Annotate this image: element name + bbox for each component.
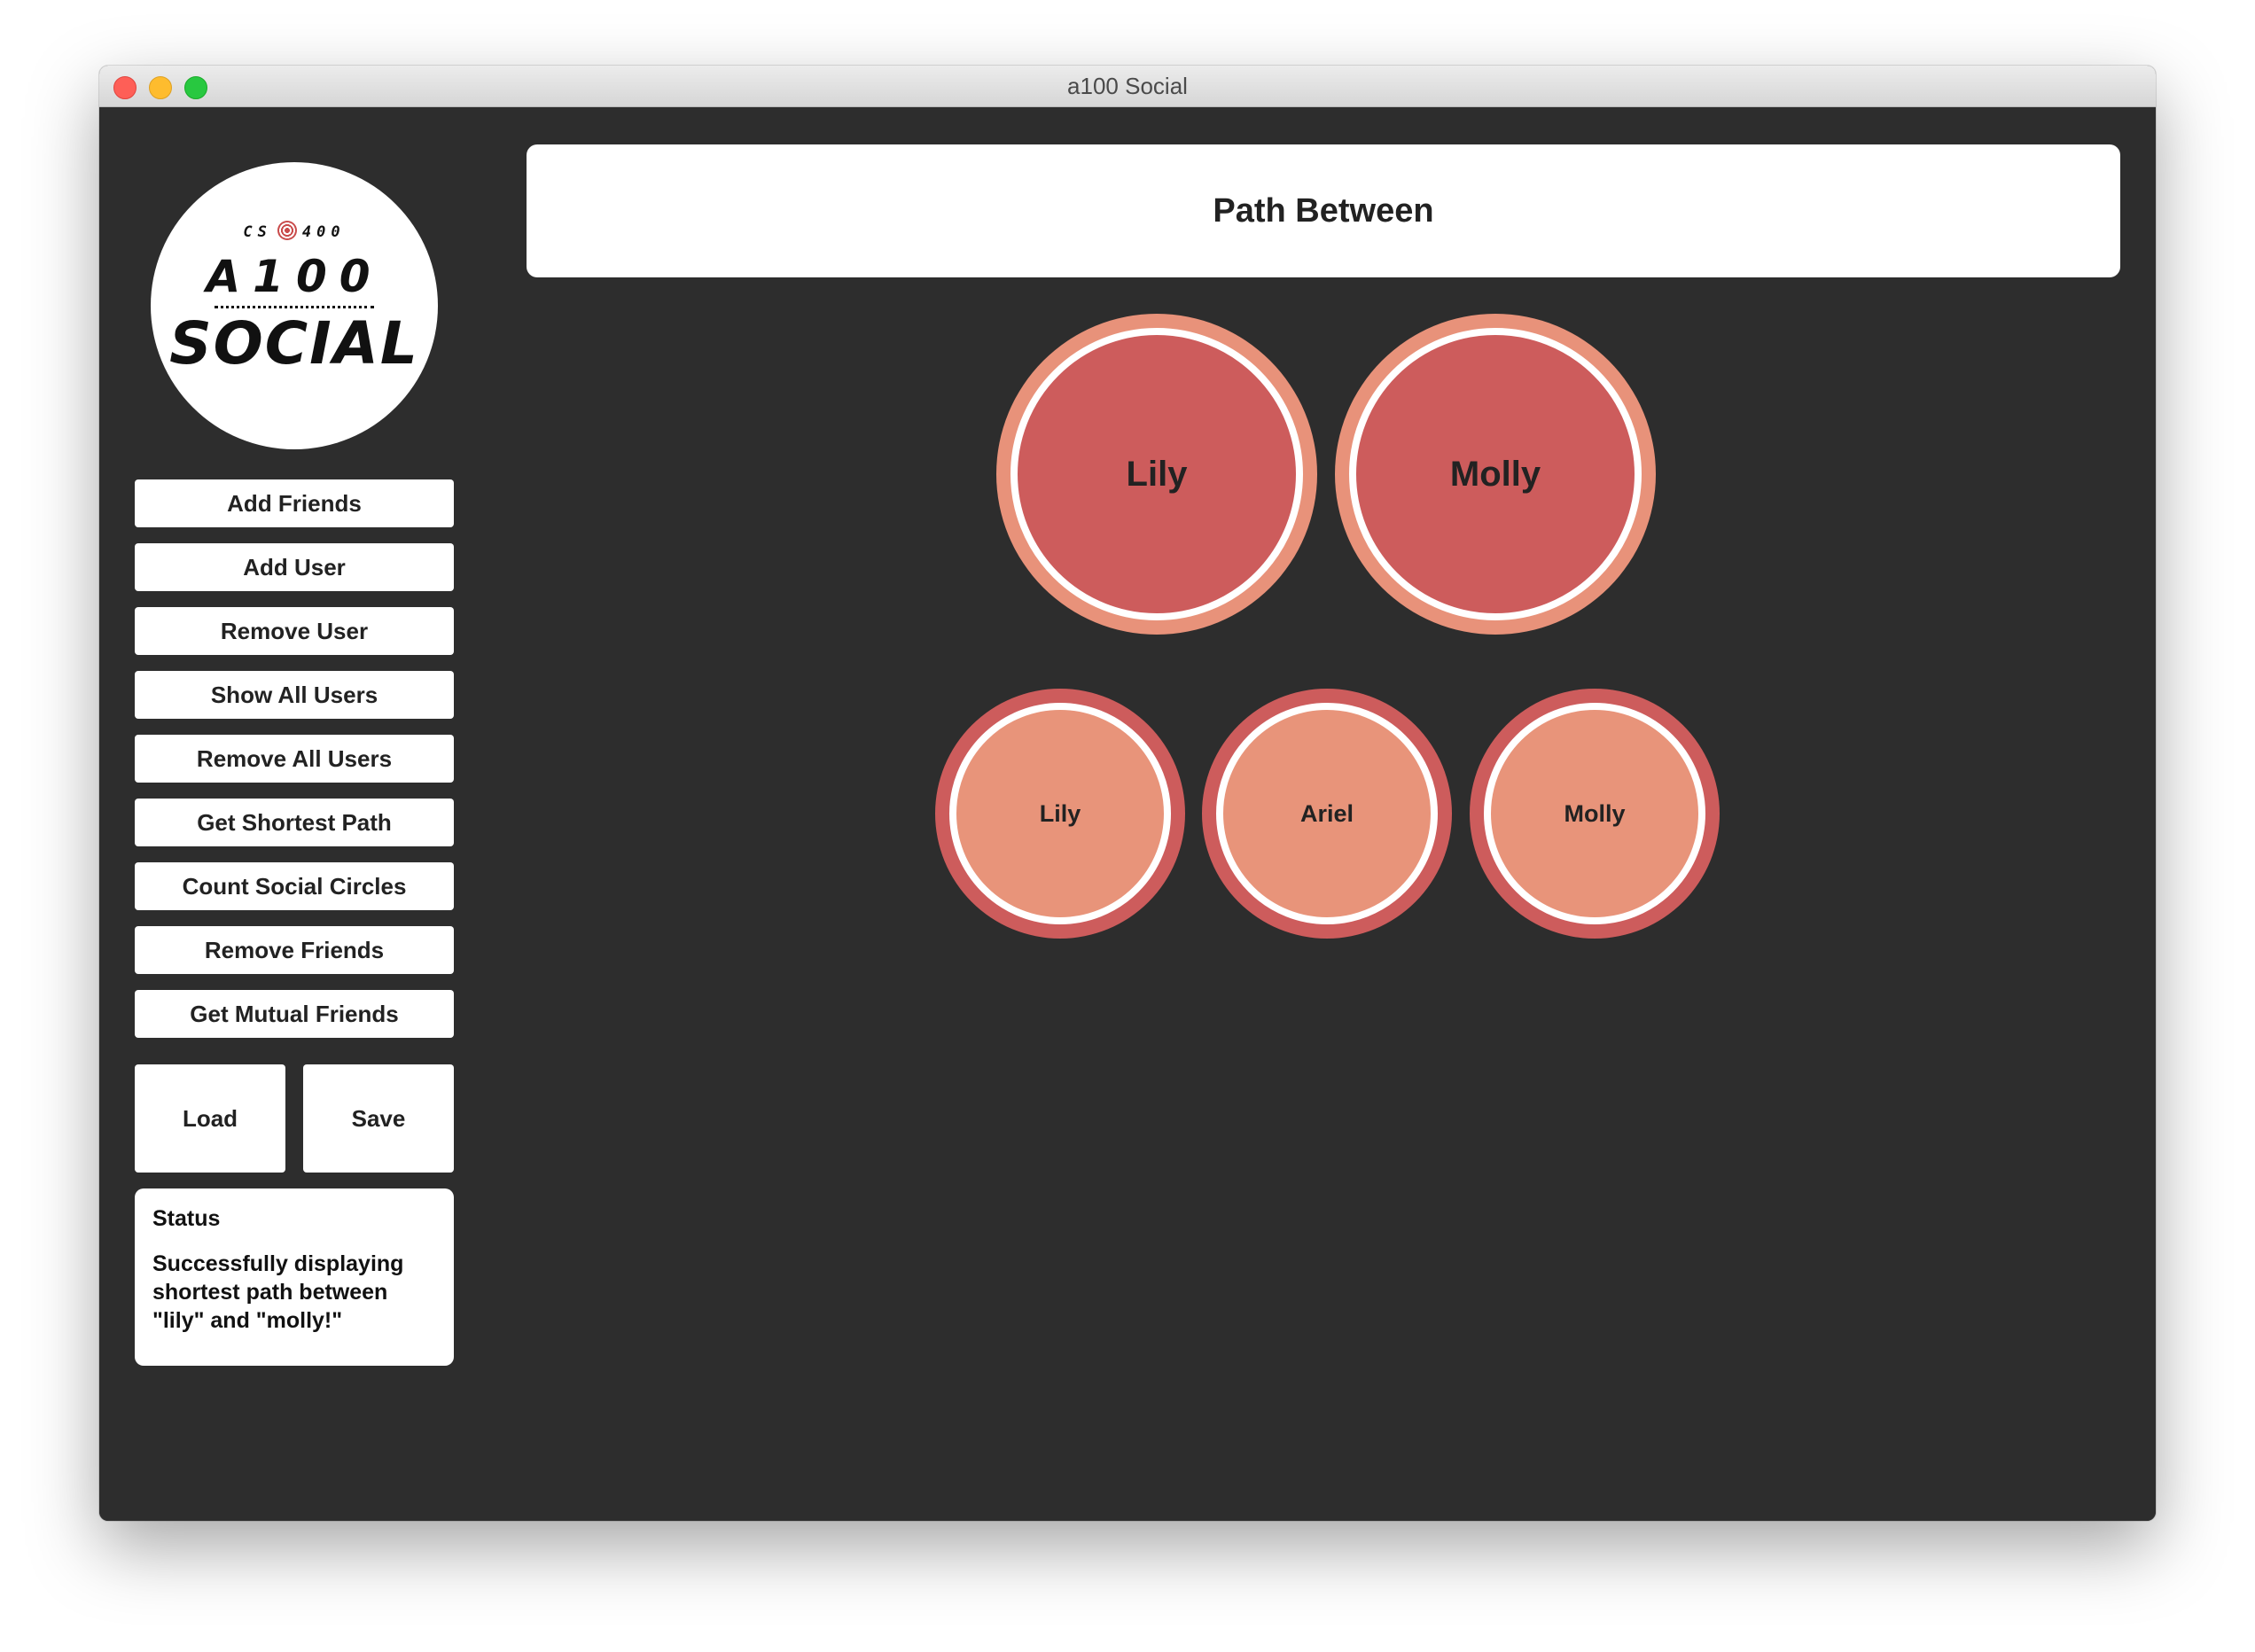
status-message: Successfully displaying shortest path be…	[152, 1251, 404, 1333]
show-all-users-button[interactable]: Show All Users	[135, 671, 454, 719]
endpoint-node-lily[interactable]: Lily	[996, 314, 1317, 635]
get-shortest-path-button[interactable]: Get Shortest Path	[135, 799, 454, 846]
add-user-button[interactable]: Add User	[135, 543, 454, 591]
app-logo: CS 400 A100 SOCIAL	[151, 162, 438, 449]
path-node-lily[interactable]: Lily	[935, 689, 1185, 939]
app-window: a100 Social CS 400 A100 SOCIAL Add Friend…	[99, 66, 2156, 1521]
title-bar: a100 Social	[99, 66, 2156, 107]
get-mutual-friends-button[interactable]: Get Mutual Friends	[135, 990, 454, 1038]
path-node-label: Ariel	[1216, 703, 1438, 924]
endpoint-node-molly[interactable]: Molly	[1335, 314, 1656, 635]
load-button[interactable]: Load	[135, 1064, 285, 1173]
path-node-label: Molly	[1484, 703, 1705, 924]
path-node-label: Lily	[949, 703, 1171, 924]
logo-course-number: 400	[301, 223, 346, 241]
remove-friends-button[interactable]: Remove Friends	[135, 926, 454, 974]
path-node-molly[interactable]: Molly	[1470, 689, 1720, 939]
logo-course-line: CS 400	[151, 221, 438, 241]
status-title: Status	[152, 1206, 221, 1231]
path-node-ariel[interactable]: Ariel	[1202, 689, 1452, 939]
page-title: Path Between	[527, 144, 2120, 277]
logo-social: SOCIAL	[169, 309, 419, 378]
window-title: a100 Social	[1067, 73, 1188, 99]
endpoint-node-label: Molly	[1349, 328, 1642, 620]
target-icon	[277, 221, 297, 240]
count-social-circles-button[interactable]: Count Social Circles	[135, 862, 454, 910]
status-panel: Status Successfully displaying shortest …	[135, 1188, 454, 1366]
remove-all-users-button[interactable]: Remove All Users	[135, 735, 454, 783]
logo-a100: A100	[206, 251, 383, 302]
save-button[interactable]: Save	[303, 1064, 454, 1173]
app-content: CS 400 A100 SOCIAL Add Friends Add User R…	[99, 107, 2156, 1521]
endpoint-node-label: Lily	[1010, 328, 1303, 620]
logo-divider	[215, 306, 374, 308]
remove-user-button[interactable]: Remove User	[135, 607, 454, 655]
add-friends-button[interactable]: Add Friends	[135, 479, 454, 527]
logo-course-prefix: CS	[243, 223, 272, 241]
